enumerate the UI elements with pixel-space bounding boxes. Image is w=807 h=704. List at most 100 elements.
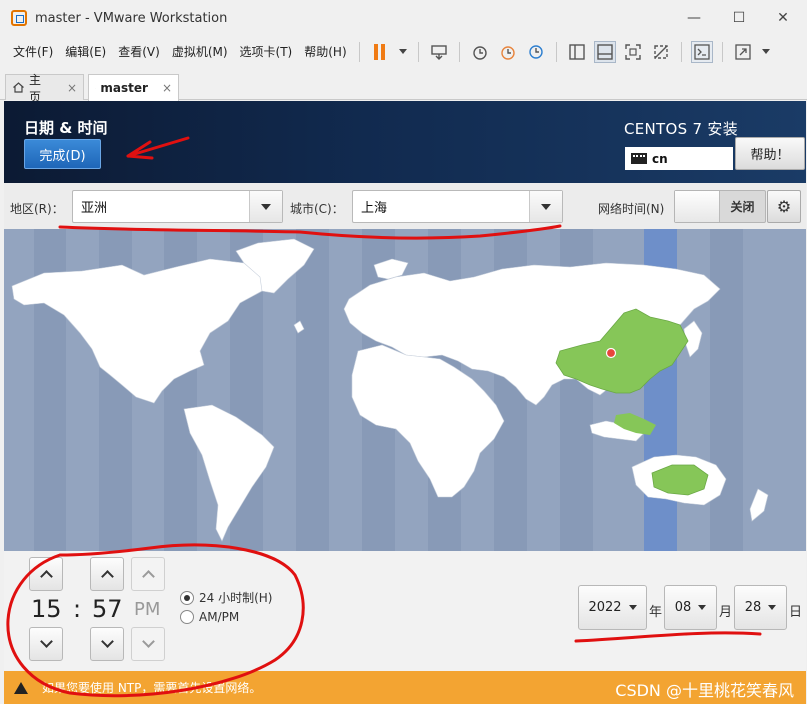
minute-value: 57	[92, 595, 123, 623]
snapshot-button[interactable]	[469, 41, 491, 63]
hour-down-button[interactable]	[29, 627, 63, 661]
city-combobox[interactable]: 上海	[352, 190, 563, 223]
pause-button[interactable]	[369, 41, 391, 63]
keyboard-layout-value: cn	[652, 151, 668, 166]
warning-bar: 如果您要使用 NTP，需要首先设置网络。 CSDN @十里桃花笑春风	[4, 671, 806, 704]
chevron-up-icon	[141, 570, 155, 583]
toolbar-separator	[358, 41, 360, 62]
tab-master[interactable]: master ×	[88, 74, 179, 101]
window-title: master - VMware Workstation	[35, 10, 228, 26]
tab-master-label: master	[100, 81, 148, 95]
network-time-toggle[interactable]: 关闭	[674, 190, 766, 223]
hour-up-button[interactable]	[29, 557, 63, 591]
warning-icon	[14, 681, 28, 694]
tab-home[interactable]: 主页 ×	[5, 73, 84, 104]
send-ctrl-alt-del-button[interactable]	[428, 41, 450, 63]
region-dropdown-button[interactable]	[249, 191, 282, 222]
warning-text: 如果您要使用 NTP，需要首先设置网络。	[42, 681, 262, 695]
chevron-down-icon	[698, 605, 707, 610]
tab-bar: 主页 × master ×	[0, 67, 807, 104]
chevron-down-icon	[761, 49, 770, 54]
minute-down-button[interactable]	[90, 627, 124, 661]
city-dropdown-button[interactable]	[529, 191, 562, 222]
thumbnail-view-button[interactable]	[593, 40, 616, 63]
menu-tabs[interactable]: 选项卡(T)	[234, 43, 299, 60]
network-time-state: 关闭	[730, 200, 755, 214]
watermark: CSDN @十里桃花笑春风	[615, 681, 794, 700]
timezone-selector-bar: 地区(R)： 亚洲 城市(C)： 上海 网络时间(N) 关闭 ⚙	[4, 183, 806, 229]
full-screen-button[interactable]	[622, 41, 644, 63]
ampm-down-button[interactable]	[131, 627, 165, 661]
chevron-up-icon	[100, 570, 114, 583]
page-title: 日期 & 时间	[24, 119, 108, 137]
radio-selected-icon	[180, 590, 194, 605]
console-view-button[interactable]	[690, 40, 713, 63]
installer-product-title: CENTOS 7 安装	[623, 120, 738, 138]
revert-snapshot-icon	[500, 45, 515, 60]
snapshot-manager-button[interactable]	[525, 41, 547, 63]
pause-icon	[374, 43, 386, 60]
keyboard-layout-indicator[interactable]: cn	[625, 147, 733, 170]
network-time-label: 网络时间(N)	[598, 202, 665, 216]
chevron-down-icon	[628, 605, 637, 610]
chevron-down-icon	[768, 605, 777, 610]
menu-view[interactable]: 查看(V)	[112, 43, 166, 60]
year-dropdown[interactable]: 2022	[578, 585, 647, 630]
snapshot-icon	[472, 45, 487, 60]
menu-vm[interactable]: 虚拟机(M)	[166, 43, 234, 60]
toolbar-separator	[417, 41, 419, 62]
tab-home-close-icon[interactable]: ×	[67, 81, 77, 95]
stretch-guest-button[interactable]	[732, 41, 754, 63]
installer-header: 日期 & 时间 完成(D) CENTOS 7 安装 cn 帮助！	[4, 101, 806, 183]
bottom-panel-layout-icon	[596, 43, 613, 60]
chevron-down-icon	[100, 635, 114, 648]
day-value: 28	[744, 600, 762, 615]
minute-up-button[interactable]	[90, 557, 124, 591]
menu-edit[interactable]: 编辑(E)	[59, 43, 112, 60]
day-unit: 日	[789, 605, 803, 620]
region-label: 地区(R)：	[10, 202, 64, 216]
day-dropdown[interactable]: 28	[734, 585, 787, 630]
format-24h-radio[interactable]: 24 小时制(H)	[180, 589, 272, 606]
tab-master-close-icon[interactable]: ×	[162, 81, 172, 95]
power-dropdown-button[interactable]	[397, 41, 409, 63]
revert-snapshot-button[interactable]	[497, 41, 519, 63]
done-button[interactable]: 完成(D)	[24, 139, 101, 169]
sidebar-layout-icon	[568, 43, 585, 60]
stretch-dropdown-button[interactable]	[760, 41, 772, 63]
menu-file[interactable]: 文件(F)	[0, 43, 59, 60]
timezone-map[interactable]	[4, 229, 806, 551]
menu-help[interactable]: 帮助(H)	[298, 43, 352, 60]
month-value: 08	[674, 600, 692, 615]
unity-button[interactable]	[650, 41, 672, 63]
vmware-logo-icon	[11, 10, 27, 26]
ntp-config-button[interactable]: ⚙	[767, 190, 801, 223]
region-combobox[interactable]: 亚洲	[72, 190, 283, 223]
expand-icon	[734, 43, 751, 60]
world-map	[4, 229, 806, 551]
help-button[interactable]: 帮助！	[735, 137, 805, 170]
library-view-button[interactable]	[566, 41, 588, 63]
region-value: 亚洲	[81, 201, 108, 216]
radio-unselected-icon	[180, 610, 194, 624]
toolbar-separator	[680, 41, 682, 62]
chevron-down-icon	[39, 635, 53, 648]
menu-bar: 文件(F) 编辑(E) 查看(V) 虚拟机(M) 选项卡(T) 帮助(H)	[0, 36, 807, 67]
minimize-button[interactable]: —	[684, 8, 704, 28]
hour-value: 15	[31, 595, 62, 623]
maximize-button[interactable]: ☐	[729, 8, 749, 28]
time-separator: :	[73, 595, 82, 623]
format-24h-label: 24 小时制(H)	[199, 591, 273, 605]
format-ampm-radio[interactable]: AM/PM	[180, 610, 239, 624]
ampm-up-button[interactable]	[131, 557, 165, 591]
close-button[interactable]: ✕	[773, 8, 793, 28]
city-pin-icon	[605, 347, 617, 359]
chevron-up-icon	[39, 570, 53, 583]
chevron-down-icon	[398, 49, 407, 54]
year-unit: 年	[649, 605, 663, 620]
vmware-window: master - VMware Workstation — ☐ ✕ 文件(F) …	[0, 0, 807, 704]
fullscreen-icon	[624, 43, 641, 60]
unity-off-icon	[653, 44, 668, 59]
toolbar-separator	[555, 41, 557, 62]
month-dropdown[interactable]: 08	[664, 585, 717, 630]
